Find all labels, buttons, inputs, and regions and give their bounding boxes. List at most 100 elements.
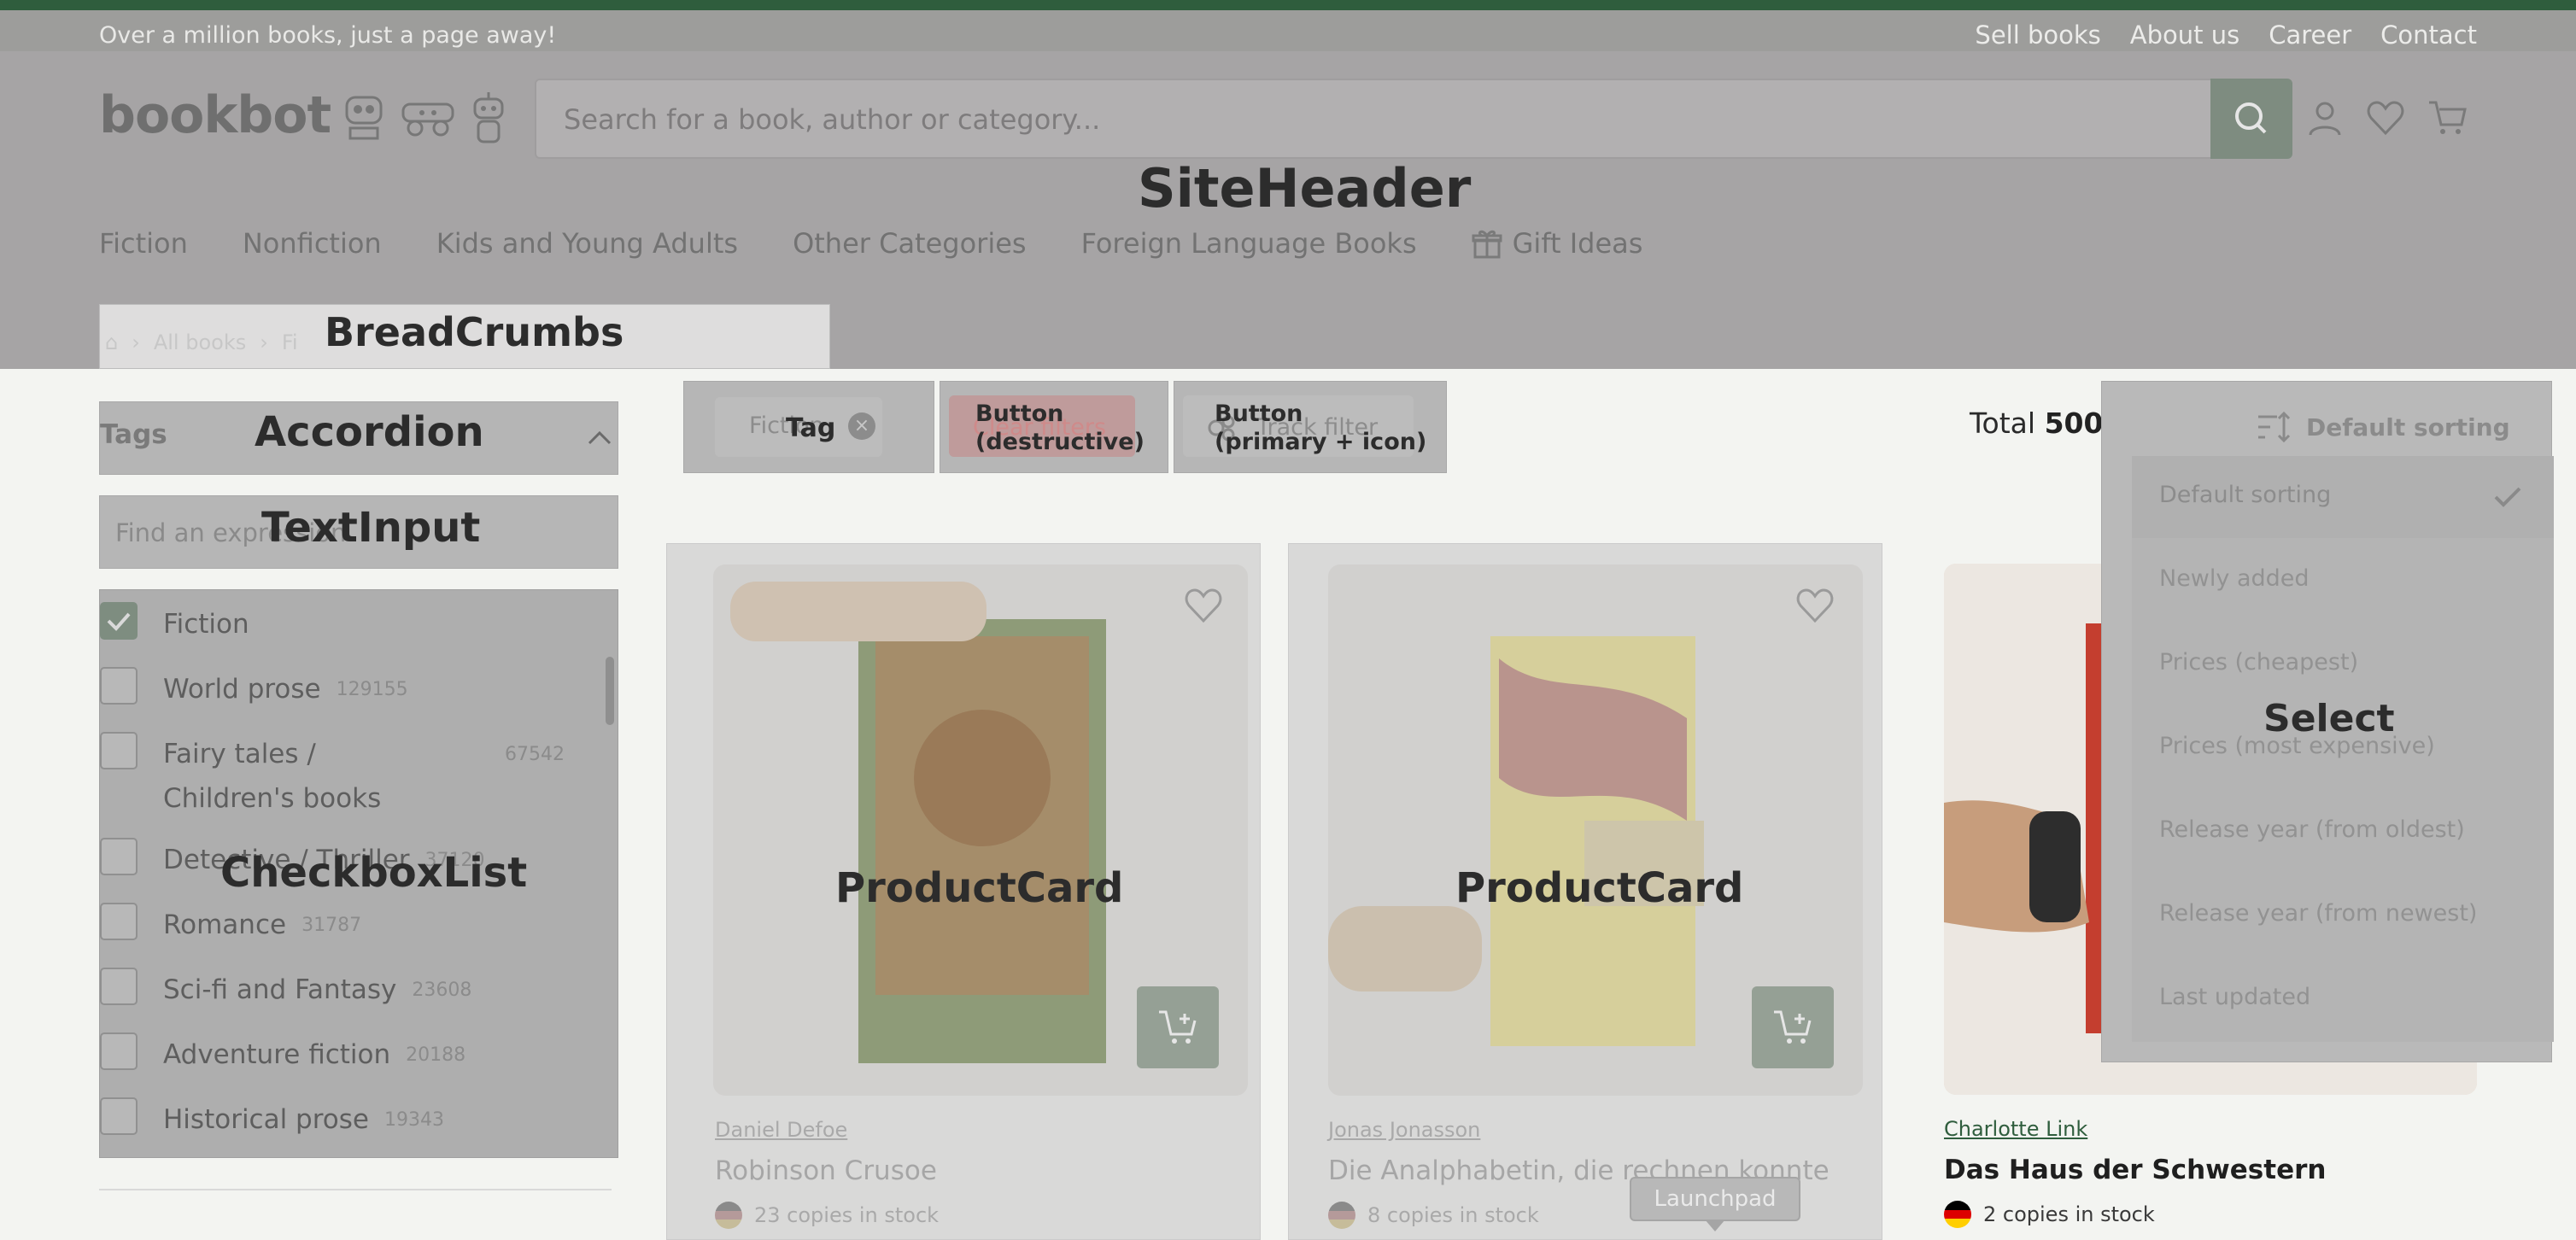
product-stock: 2 copies in stock	[1944, 1201, 2155, 1228]
checkbox[interactable]	[100, 667, 138, 705]
nav-label: Fiction	[99, 227, 188, 260]
checkbox-row[interactable]: Romance 31787	[100, 903, 361, 949]
category-nav: Fiction Nonfiction Kids and Young Adults…	[99, 227, 1642, 260]
wishlist-heart-icon[interactable]	[1794, 587, 1835, 624]
overlay-label-tag: Tag	[786, 413, 836, 443]
top-bar: Over a million books, just a page away! …	[0, 0, 2576, 51]
checkbox-label: Fairy tales / Children's books	[163, 739, 382, 814]
chevron-right-icon: ›	[260, 330, 268, 354]
contact-link[interactable]: Contact	[2380, 20, 2477, 50]
check-icon	[2494, 487, 2521, 507]
stock-text: 8 copies in stock	[1367, 1203, 1539, 1227]
home-icon[interactable]: ⌂	[105, 330, 118, 354]
overlay-label-select: Select	[2263, 697, 2395, 740]
checkbox-checked[interactable]	[100, 602, 138, 640]
checkbox-label: Historical prose	[163, 1104, 369, 1135]
check-icon	[107, 612, 131, 631]
search-input[interactable]	[562, 80, 2231, 159]
robot-tall-icon	[473, 92, 504, 143]
nav-other[interactable]: Other Categories	[793, 227, 1027, 260]
product-author[interactable]: Charlotte Link	[1944, 1117, 2087, 1141]
tagline: Over a million books, just a page away!	[99, 22, 557, 49]
overlay-label-breadcrumbs: BreadCrumbs	[325, 309, 624, 355]
checkbox-row[interactable]: Historical prose 19343	[100, 1097, 444, 1143]
nav-nonfiction[interactable]: Nonfiction	[243, 227, 382, 260]
sort-select-trigger[interactable]: Default sorting	[2255, 410, 2510, 444]
checkbox-label: Sci-fi and Fantasy	[163, 974, 397, 1005]
nav-kids[interactable]: Kids and Young Adults	[436, 227, 738, 260]
checkbox-count: 67542	[505, 744, 565, 765]
nav-label: Foreign Language Books	[1080, 227, 1417, 260]
sidebar-divider	[99, 1189, 612, 1190]
chevron-up-icon[interactable]	[587, 428, 612, 448]
overlay-label-accordion: Accordion	[255, 408, 484, 456]
sort-option[interactable]: Newly added	[2159, 565, 2310, 592]
nav-label: Kids and Young Adults	[436, 227, 739, 260]
product-author[interactable]: Daniel Defoe	[715, 1118, 847, 1142]
checkbox[interactable]	[100, 903, 138, 940]
checkbox[interactable]	[100, 968, 138, 1005]
sort-option[interactable]: Release year (from newest)	[2159, 900, 2477, 927]
checkbox-count: 19343	[384, 1109, 444, 1131]
sort-option[interactable]: Release year (from oldest)	[2159, 816, 2465, 843]
overlay-label-checkboxlist: CheckboxList	[220, 849, 528, 897]
sort-option[interactable]: Default sorting	[2159, 482, 2331, 508]
about-us-link[interactable]: About us	[2130, 20, 2239, 50]
add-to-cart-button[interactable]	[1752, 986, 1834, 1068]
checkbox-label: Adventure fiction	[163, 1039, 391, 1070]
total-prefix: Total	[1970, 407, 2036, 440]
checkbox-row[interactable]: Sci-fi and Fantasy 23608	[100, 968, 471, 1014]
accordion-title: Tags	[100, 419, 167, 450]
wishlist-heart-icon[interactable]	[1183, 587, 1224, 624]
logo[interactable]: bookbot	[99, 85, 331, 145]
checkbox[interactable]	[100, 1097, 138, 1135]
cart-plus-icon	[1774, 1010, 1812, 1044]
stock-text: 2 copies in stock	[1983, 1202, 2155, 1226]
gift-icon	[1472, 230, 1502, 259]
checkbox-count: 31787	[302, 915, 362, 936]
launchpad-tooltip: Launchpad	[1630, 1177, 1800, 1221]
chevron-right-icon: ›	[132, 330, 140, 354]
product-title[interactable]: Das Haus der Schwestern	[1944, 1155, 2326, 1185]
overlay-label-button-destructive: Button (destructive)	[975, 401, 1145, 455]
career-link[interactable]: Career	[2269, 20, 2351, 50]
nav-gift-ideas[interactable]: Gift Ideas	[1472, 227, 1643, 260]
checkbox[interactable]	[100, 732, 138, 769]
breadcrumb-item[interactable]: All books	[154, 330, 246, 354]
nav-fiction[interactable]: Fiction	[99, 227, 188, 260]
robot-mascots	[342, 91, 507, 145]
cart-icon[interactable]	[2427, 99, 2467, 137]
heart-icon[interactable]	[2366, 99, 2405, 137]
checkbox[interactable]	[100, 1032, 138, 1070]
overlay-label-button-primary-icon: Button (primary + icon)	[1215, 401, 1427, 455]
sort-option[interactable]: Prices (cheapest)	[2159, 649, 2358, 676]
add-to-cart-button[interactable]	[1137, 986, 1219, 1068]
search-icon	[2235, 102, 2267, 134]
top-links: Sell books About us Career Contact	[1975, 20, 2477, 50]
product-author[interactable]: Jonas Jonasson	[1328, 1118, 1480, 1142]
search-box	[535, 79, 2292, 159]
product-title[interactable]: Robinson Crusoe	[715, 1155, 937, 1186]
user-icon[interactable]	[2306, 99, 2344, 137]
sort-option[interactable]: Last updated	[2159, 984, 2310, 1010]
checkbox-count: 129155	[336, 679, 408, 700]
checkbox-row[interactable]: World prose 129155	[100, 667, 408, 713]
checkbox-row[interactable]: Fiction	[100, 602, 249, 646]
robot-icon	[345, 96, 383, 140]
overlay-label-siteheader: SiteHeader	[1138, 157, 1472, 219]
checkbox-row[interactable]: Adventure fiction 20188	[100, 1032, 465, 1079]
german-flag-icon	[715, 1202, 742, 1229]
close-icon[interactable]: ×	[848, 412, 875, 440]
checkbox-row[interactable]: Fairy tales / Children's books 67542	[100, 732, 578, 821]
checkbox-count: 20188	[406, 1044, 466, 1066]
sell-books-link[interactable]: Sell books	[1975, 20, 2100, 50]
search-button[interactable]	[2210, 79, 2292, 159]
nav-foreign[interactable]: Foreign Language Books	[1081, 227, 1417, 260]
scrollbar-thumb[interactable]	[606, 657, 614, 725]
breadcrumb-item[interactable]: Fi	[282, 330, 298, 354]
tooltip-arrow	[1705, 1220, 1725, 1231]
checkbox-label: World prose	[163, 674, 321, 705]
checkbox[interactable]	[100, 838, 138, 875]
nav-label: Gift Ideas	[1512, 227, 1643, 260]
stock-text: 23 copies in stock	[754, 1203, 940, 1227]
